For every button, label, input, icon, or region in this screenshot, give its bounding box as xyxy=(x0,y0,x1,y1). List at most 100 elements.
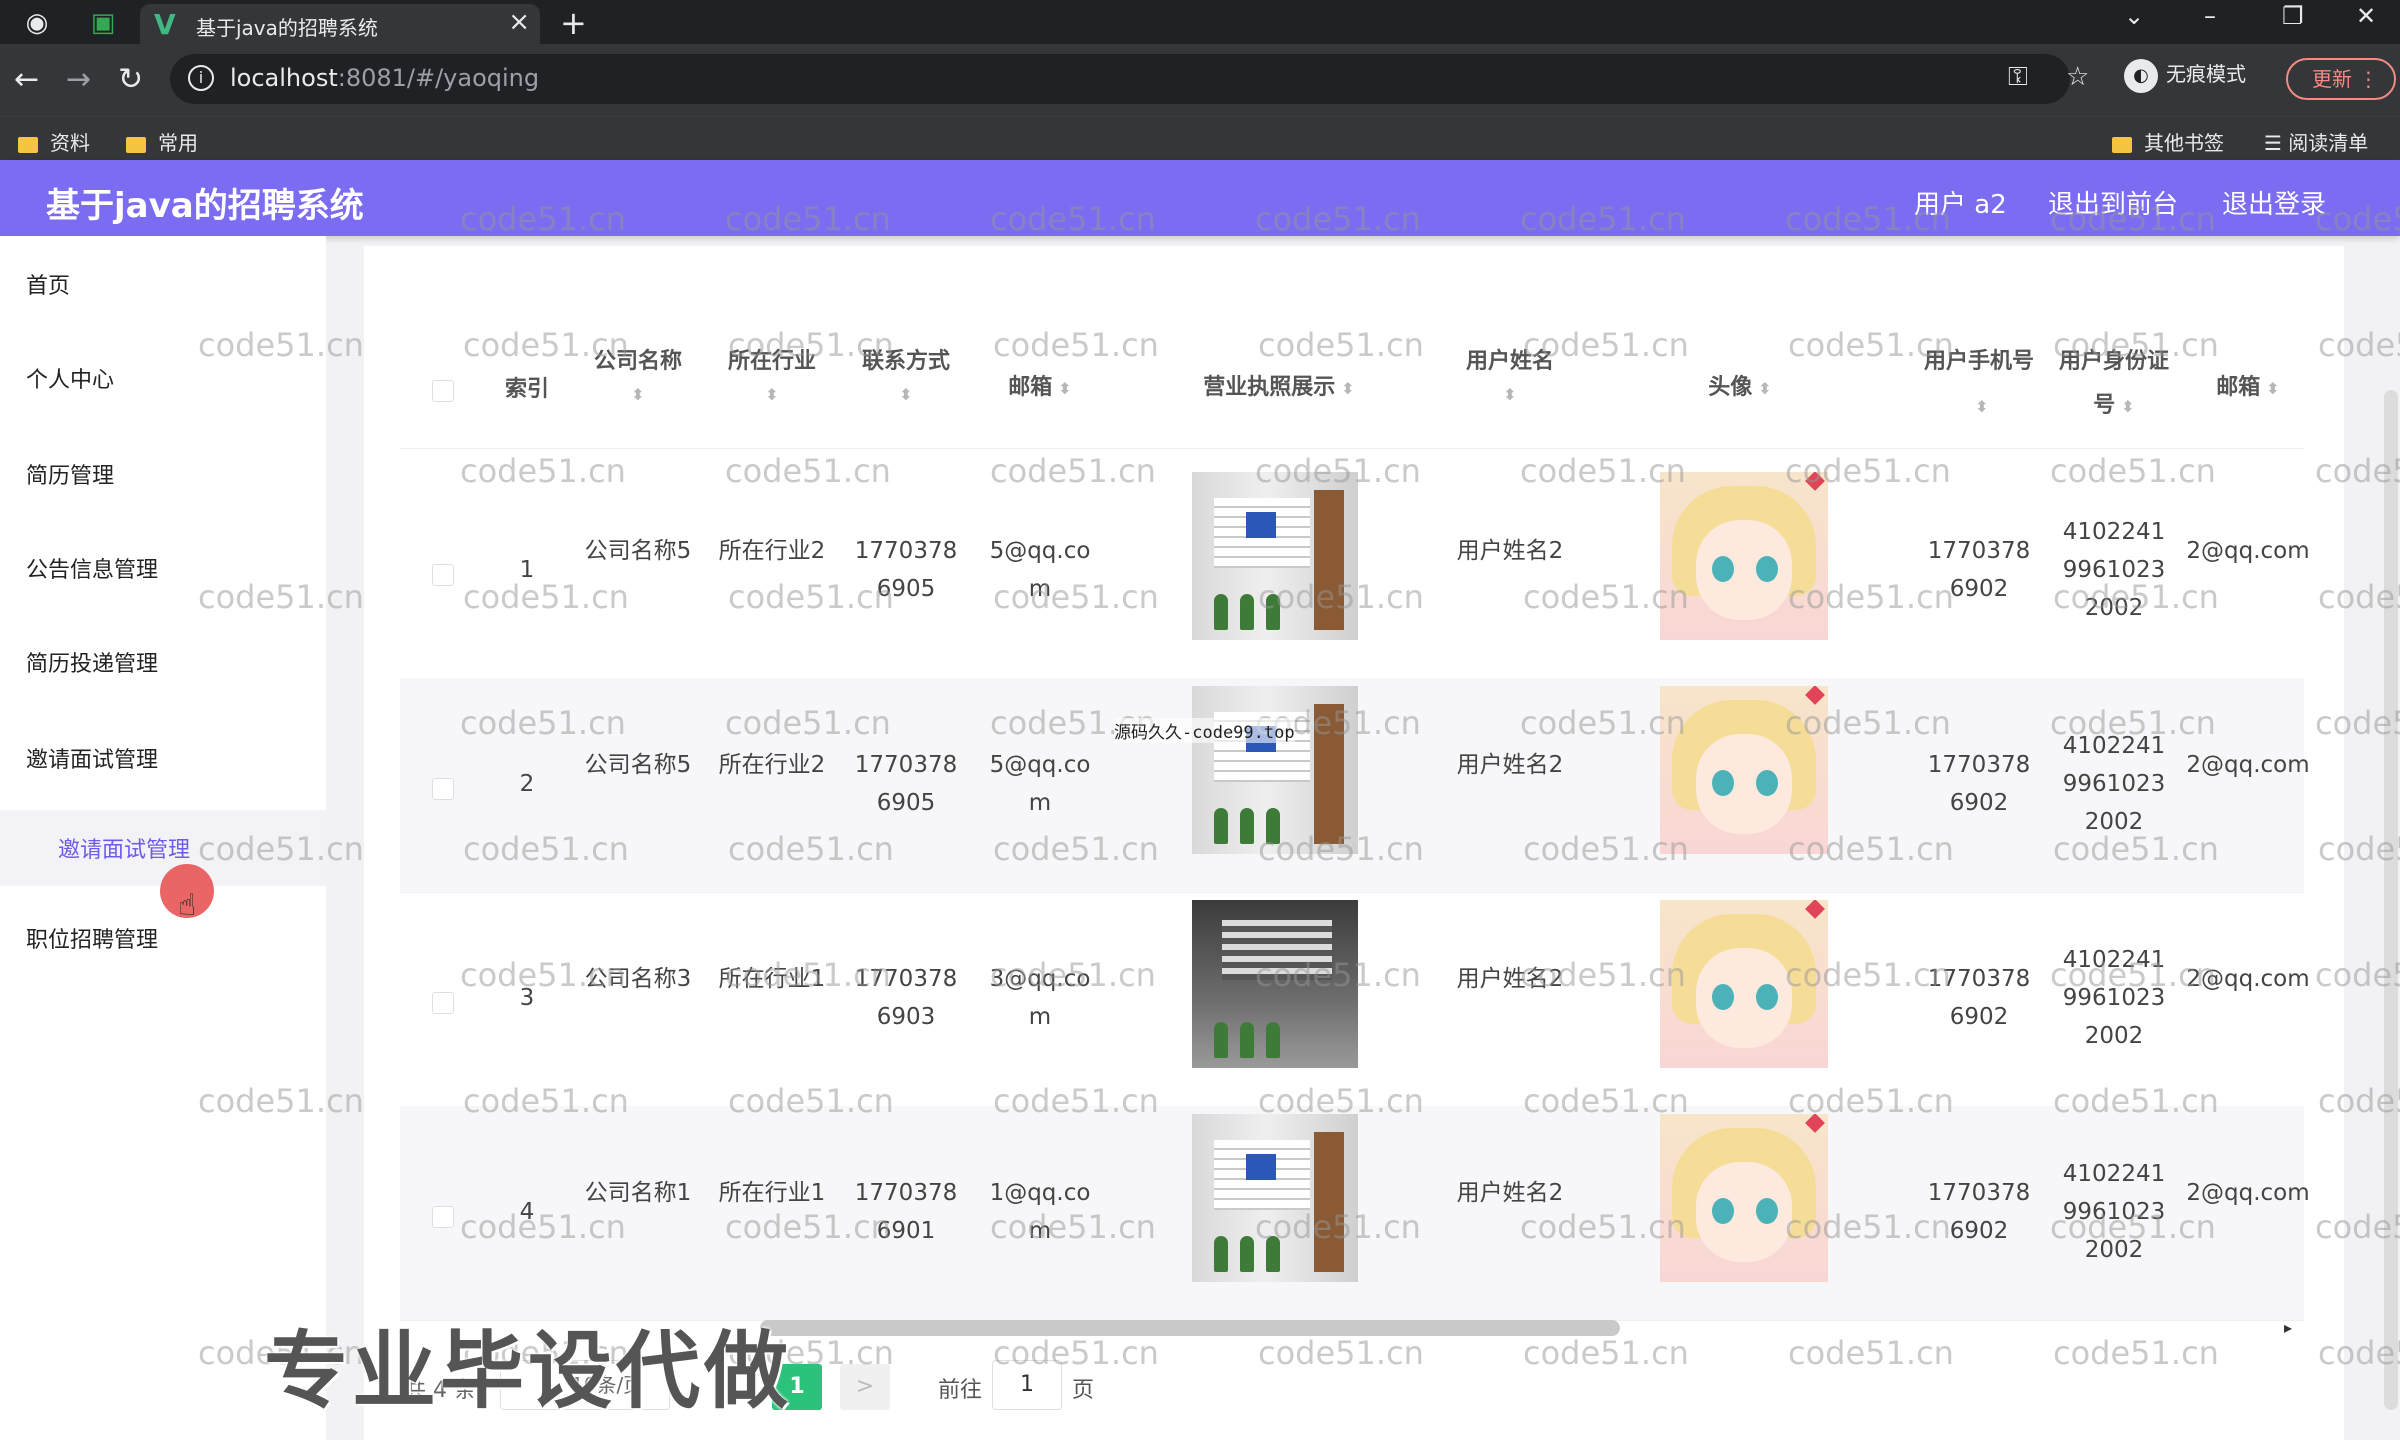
cell-idcard: 410224199610232002 xyxy=(2062,947,2166,1049)
incognito-profile[interactable]: ◐ 无痕模式 xyxy=(2124,58,2246,93)
cell-idcard: 410224199610232002 xyxy=(2062,733,2166,835)
bookmark-folder-2[interactable]: 常用 xyxy=(126,127,198,156)
goto-page-input[interactable]: 1 xyxy=(992,1360,1062,1410)
reload-icon[interactable]: ↻ xyxy=(118,62,143,97)
next-page-button[interactable]: > xyxy=(840,1364,890,1410)
tab-close-icon[interactable]: × xyxy=(508,7,530,37)
header-email[interactable]: 邮箱 ⬍ xyxy=(980,366,1100,411)
avatar-image[interactable] xyxy=(1660,686,1828,854)
sidebar-item-resume[interactable]: 简历管理 xyxy=(26,458,114,490)
license-image[interactable] xyxy=(1192,686,1358,854)
sidebar-item-notice[interactable]: 公告信息管理 xyxy=(26,552,158,584)
sort-icon[interactable]: ⬍ xyxy=(714,384,830,406)
sort-icon[interactable]: ⬍ xyxy=(848,384,964,406)
exit-to-front-link[interactable]: 退出到前台 xyxy=(2048,184,2178,221)
sidebar-subitem-interview[interactable]: 邀请面试管理 xyxy=(0,810,326,886)
browser-menu-icon[interactable]: ◉ xyxy=(20,6,54,40)
close-window-icon[interactable]: ✕ xyxy=(2356,2,2376,30)
license-image[interactable] xyxy=(1192,900,1358,1068)
other-bookmarks[interactable]: 其他书签 xyxy=(2112,127,2224,156)
reading-list[interactable]: ☰ 阅读清单 xyxy=(2264,127,2368,156)
cell-index: 1 xyxy=(519,557,535,583)
header-idcard[interactable]: 用户身份证号 ⬍ xyxy=(2056,340,2172,429)
url-input[interactable]: i localhost:8081/#/yaoqing ⚿ ☆ xyxy=(170,54,2089,104)
sidebar-item-resume-delivery[interactable]: 简历投递管理 xyxy=(26,646,158,678)
cell-industry: 所在行业1 xyxy=(718,1180,826,1206)
avatar-image[interactable] xyxy=(1660,472,1828,640)
folder-icon xyxy=(2112,136,2132,153)
cell-email: 1@qq.com xyxy=(989,1180,1091,1244)
sort-icon[interactable]: ⬍ xyxy=(580,384,696,406)
back-icon[interactable]: ← xyxy=(14,62,39,97)
sort-icon[interactable]: ⬍ xyxy=(2121,397,2134,416)
cell-industry: 所在行业2 xyxy=(718,538,826,564)
cell-phone: 17703786902 xyxy=(1927,538,2031,602)
header-contact[interactable]: 联系方式 ⬍ xyxy=(848,340,964,406)
browser-address-bar: ← → ↻ i localhost:8081/#/yaoqing ⚿ ☆ ◐ 无痕… xyxy=(0,44,2400,116)
restore-icon[interactable]: ❐ xyxy=(2282,2,2304,30)
scroll-right-icon[interactable]: ▸ xyxy=(2284,1318,2292,1337)
avatar-image[interactable] xyxy=(1660,900,1828,1068)
url-path: :8081/#/yaoqing xyxy=(337,64,540,92)
sort-icon[interactable]: ⬍ xyxy=(1341,379,1354,398)
cell-user-email: 2@qq.com xyxy=(2186,538,2310,564)
horizontal-scrollbar[interactable] xyxy=(760,1320,1620,1336)
sort-icon[interactable]: ⬍ xyxy=(2266,379,2279,398)
bookmark-star-icon[interactable]: ☆ xyxy=(2066,62,2089,92)
cell-contact: 17703786905 xyxy=(854,538,958,602)
row-checkbox[interactable] xyxy=(432,992,454,1014)
cell-user-email: 2@qq.com xyxy=(2186,752,2310,778)
license-image[interactable] xyxy=(1192,472,1358,640)
sidebar-item-interview[interactable]: 邀请面试管理 xyxy=(26,742,158,774)
vue-favicon-icon: V xyxy=(154,8,176,41)
header-company[interactable]: 公司名称 ⬍ xyxy=(580,340,696,406)
header-username[interactable]: 用户姓名 ⬍ xyxy=(1450,340,1570,406)
minimize-icon[interactable]: – xyxy=(2204,2,2216,30)
bookmark-folder-1[interactable]: 资料 xyxy=(18,127,90,156)
sort-icon[interactable]: ⬍ xyxy=(1758,379,1771,398)
select-all-checkbox[interactable] xyxy=(432,380,454,402)
row-checkbox[interactable] xyxy=(432,564,454,586)
tab-search-icon[interactable]: ⌄ xyxy=(2124,2,2144,30)
cell-index: 3 xyxy=(519,985,535,1011)
app-title: 基于java的招聘系统 xyxy=(46,186,364,226)
cell-email: 5@qq.com xyxy=(989,538,1091,602)
browser-tab-active[interactable]: V 基于java的招聘系统 × xyxy=(140,4,540,44)
avatar-image[interactable] xyxy=(1660,1114,1828,1282)
user-name: 用户 a2 xyxy=(1914,190,2007,220)
header-phone[interactable]: 用户手机号⬍ xyxy=(1924,340,2034,429)
vertical-scrollbar[interactable] xyxy=(2384,390,2398,1410)
sidebar-item-jobs[interactable]: 职位招聘管理 xyxy=(26,922,158,954)
header-avatar[interactable]: 头像 ⬍ xyxy=(1680,366,1800,411)
cell-user-email: 2@qq.com xyxy=(2186,966,2310,992)
sort-icon[interactable]: ⬍ xyxy=(1975,397,1988,416)
cell-company: 公司名称5 xyxy=(584,752,692,778)
key-icon[interactable]: ⚿ xyxy=(2008,62,2028,93)
cell-idcard: 410224199610232002 xyxy=(2062,1161,2166,1263)
logout-link[interactable]: 退出登录 xyxy=(2222,184,2326,221)
cell-phone: 17703786902 xyxy=(1927,1180,2031,1244)
header-industry[interactable]: 所在行业 ⬍ xyxy=(714,340,830,406)
app-header: 基于java的招聘系统 用户 a2 退出到前台 退出登录 xyxy=(0,160,2400,236)
forward-icon[interactable]: → xyxy=(66,62,91,97)
browser-tab-bar: ◉ ▣ V 基于java的招聘系统 × + ⌄ – ❐ ✕ xyxy=(0,0,2400,44)
folder-icon xyxy=(18,136,38,153)
cell-phone: 17703786902 xyxy=(1927,966,2031,1030)
sort-icon[interactable]: ⬍ xyxy=(1450,384,1570,406)
row-checkbox[interactable] xyxy=(432,778,454,800)
goto-suffix: 页 xyxy=(1072,1378,1095,1403)
header-user-email[interactable]: 邮箱 ⬍ xyxy=(2186,366,2310,411)
cell-industry: 所在行业2 xyxy=(718,752,826,778)
sidebar-item-personal-center[interactable]: 个人中心 xyxy=(26,362,114,394)
new-tab-button[interactable]: + xyxy=(560,4,587,42)
update-button[interactable]: 更新 ⋮ xyxy=(2286,58,2396,100)
header-license[interactable]: 营业执照展示 ⬍ xyxy=(1164,366,1394,411)
promo-banner: 专业毕设代做 xyxy=(264,1322,793,1420)
sort-icon[interactable]: ⬍ xyxy=(1058,379,1071,398)
sidebar-item-home[interactable]: 首页 xyxy=(26,268,70,300)
row-checkbox[interactable] xyxy=(432,1206,454,1228)
reading-list-icon: ☰ xyxy=(2264,131,2289,155)
pinned-tab-icon[interactable]: ▣ xyxy=(86,6,120,40)
license-image[interactable] xyxy=(1192,1114,1358,1282)
site-info-icon[interactable]: i xyxy=(188,65,214,91)
